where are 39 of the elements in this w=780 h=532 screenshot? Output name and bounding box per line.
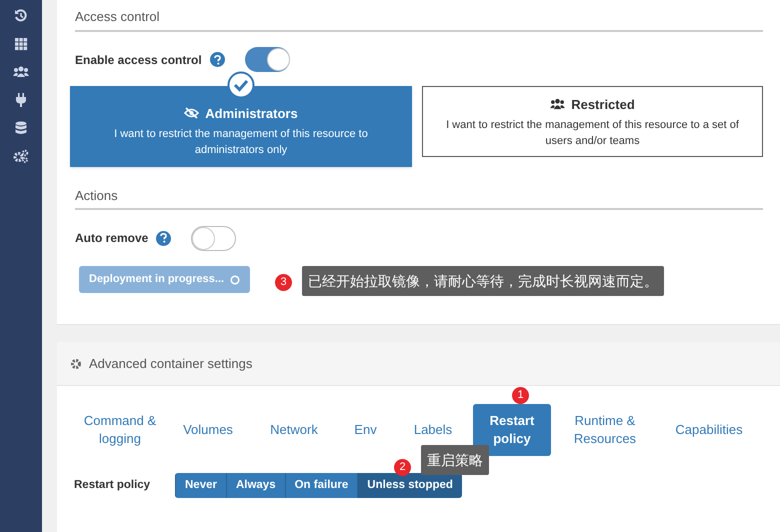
gear-icon (70, 358, 82, 370)
segment-button[interactable]: Unless stopped (357, 473, 462, 498)
option-card[interactable]: Administrators I want to restrict the management of this resource to administrators only (70, 86, 412, 166)
gears-icon[interactable] (13, 149, 29, 163)
check-icon (227, 70, 255, 98)
users-icon (550, 98, 566, 110)
eye-slash-icon (184, 107, 200, 120)
section-heading: Actions (75, 186, 763, 210)
tab[interactable]: Runtime & Resources (551, 404, 659, 456)
tab[interactable]: Env (338, 404, 393, 456)
toggle-switch[interactable] (191, 226, 236, 250)
tab[interactable]: Command & logging (74, 404, 166, 456)
tab[interactable]: Network (250, 404, 338, 456)
toggle-switch[interactable] (244, 47, 290, 72)
history-icon[interactable] (14, 9, 28, 23)
option-description: I want to restrict the management of this resource to administrators only (113, 127, 369, 158)
field-label: Restart policy (74, 478, 152, 493)
spinner-icon (230, 274, 240, 284)
option-title: Administrators (205, 104, 298, 122)
tab[interactable]: Volumes (166, 404, 250, 456)
segment-button[interactable]: Never (175, 473, 226, 498)
plug-icon[interactable] (15, 93, 27, 107)
option-card[interactable]: Restricted I want to restrict the management of this resource to a set of users and/or teams (422, 86, 763, 156)
panel-title: Advanced container settings (89, 354, 252, 373)
option-title: Restricted (571, 96, 635, 114)
grid-icon[interactable] (14, 37, 28, 51)
segment-button[interactable]: On failure (284, 473, 358, 498)
segment-button[interactable]: Always (226, 473, 285, 498)
field-label: Enable access control (75, 52, 202, 68)
tooltip: 重启策略 (421, 445, 489, 475)
help-icon[interactable] (156, 230, 172, 246)
tooltip: 已经开始拉取镜像，请耐心等待，完成时长视网速而定。 (302, 266, 664, 296)
option-description: I want to restrict the management of this resource to a set of users and/or teams (445, 118, 740, 149)
help-icon[interactable] (210, 52, 225, 67)
users-icon[interactable] (13, 65, 29, 79)
section-heading: Access control (75, 0, 763, 32)
database-icon[interactable] (15, 121, 27, 135)
field-label: Auto remove (75, 230, 148, 247)
tab[interactable]: Capabilities (659, 404, 759, 456)
